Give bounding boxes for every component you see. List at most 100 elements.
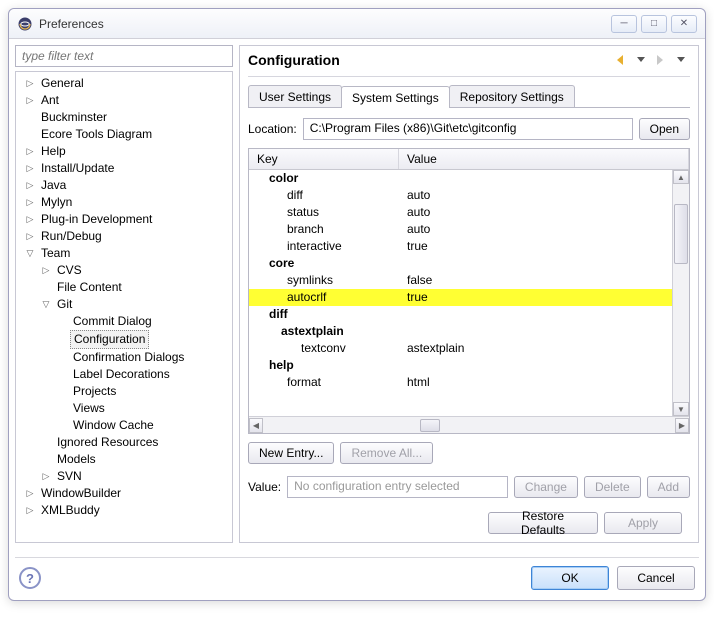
scroll-left-icon[interactable]: ◀ xyxy=(249,418,263,433)
tree-item-git[interactable]: Git xyxy=(54,296,75,313)
tree-item[interactable]: Label Decorations xyxy=(70,366,173,383)
tree-item[interactable]: Ignored Resources xyxy=(54,434,161,451)
back-menu[interactable] xyxy=(632,52,650,68)
page-title: Configuration xyxy=(248,52,612,68)
tree-item[interactable]: Buckminster xyxy=(38,109,110,126)
add-button[interactable]: Add xyxy=(647,476,690,498)
value-input[interactable]: No configuration entry selected xyxy=(287,476,508,498)
vertical-scrollbar[interactable]: ▲ ▼ xyxy=(672,170,689,416)
tree-item[interactable]: CVS xyxy=(54,262,85,279)
tab-repository-settings[interactable]: Repository Settings xyxy=(449,85,575,107)
tabs: User Settings System Settings Repository… xyxy=(248,85,690,108)
table-row[interactable]: interactivetrue xyxy=(249,238,672,255)
expand-icon[interactable]: ▷ xyxy=(24,485,36,502)
table-body[interactable]: colordiffautostatusautobranchautointerac… xyxy=(249,170,672,416)
col-value[interactable]: Value xyxy=(399,149,689,169)
cell-value: auto xyxy=(399,204,672,221)
tab-user-settings[interactable]: User Settings xyxy=(248,85,342,107)
expand-icon[interactable]: ▷ xyxy=(24,502,36,519)
apply-button[interactable]: Apply xyxy=(604,512,682,534)
tree-item[interactable]: Commit Dialog xyxy=(70,313,155,330)
cell-value xyxy=(399,323,672,340)
tree-item[interactable]: Mylyn xyxy=(38,194,75,211)
maximize-button[interactable]: □ xyxy=(641,15,667,33)
tree-item[interactable]: General xyxy=(38,75,87,92)
tree-item[interactable]: Help xyxy=(38,143,69,160)
cell-value: true xyxy=(399,238,672,255)
table-row[interactable]: astextplain xyxy=(249,323,672,340)
open-button[interactable]: Open xyxy=(639,118,690,140)
scroll-up-icon[interactable]: ▲ xyxy=(673,170,689,184)
ok-button[interactable]: OK xyxy=(531,566,609,590)
expand-icon[interactable]: ▷ xyxy=(24,143,36,160)
remove-all-button[interactable]: Remove All... xyxy=(340,442,433,464)
tree-item-configuration[interactable]: Configuration xyxy=(70,330,149,349)
scroll-right-icon[interactable]: ▶ xyxy=(675,418,689,433)
horizontal-scrollbar[interactable]: ◀ ▶ xyxy=(249,416,689,433)
scroll-thumb[interactable] xyxy=(420,419,440,432)
tree-item[interactable]: Ant xyxy=(38,92,62,109)
table-row[interactable]: statusauto xyxy=(249,204,672,221)
expand-icon[interactable]: ▷ xyxy=(24,194,36,211)
table-row[interactable]: color xyxy=(249,170,672,187)
col-key[interactable]: Key xyxy=(249,149,399,169)
collapse-icon[interactable]: ▽ xyxy=(24,245,36,262)
forward-button[interactable] xyxy=(652,52,670,68)
location-field[interactable]: C:\Program Files (x86)\Git\etc\gitconfig xyxy=(303,118,633,140)
table-row[interactable]: symlinksfalse xyxy=(249,272,672,289)
cancel-button[interactable]: Cancel xyxy=(617,566,695,590)
scroll-thumb[interactable] xyxy=(674,204,688,264)
table-row[interactable]: diffauto xyxy=(249,187,672,204)
tree-item[interactable]: Plug-in Development xyxy=(38,211,155,228)
forward-menu[interactable] xyxy=(672,52,690,68)
tree-item[interactable]: XMLBuddy xyxy=(38,502,103,519)
tree-item[interactable]: Ecore Tools Diagram xyxy=(38,126,155,143)
table-row[interactable]: textconvastextplain xyxy=(249,340,672,357)
expand-icon[interactable]: ▷ xyxy=(40,262,52,279)
help-icon[interactable]: ? xyxy=(19,567,41,589)
close-button[interactable]: ✕ xyxy=(671,15,697,33)
cell-key: autocrlf xyxy=(249,289,399,306)
titlebar[interactable]: Preferences ─ □ ✕ xyxy=(9,9,705,39)
tree-item[interactable]: Views xyxy=(70,400,108,417)
collapse-icon[interactable]: ▽ xyxy=(40,296,52,313)
value-label: Value: xyxy=(248,480,281,494)
tree-item[interactable]: Confirmation Dialogs xyxy=(70,349,187,366)
cell-key: diff xyxy=(249,187,399,204)
tab-system-settings[interactable]: System Settings xyxy=(341,86,450,108)
expand-icon[interactable]: ▷ xyxy=(24,211,36,228)
tree-item[interactable]: Models xyxy=(54,451,99,468)
expand-icon[interactable]: ▷ xyxy=(24,92,36,109)
tree-item-team[interactable]: Team xyxy=(38,245,73,262)
table-row[interactable]: branchauto xyxy=(249,221,672,238)
back-button[interactable] xyxy=(612,52,630,68)
restore-defaults-button[interactable]: Restore Defaults xyxy=(488,512,598,534)
delete-button[interactable]: Delete xyxy=(584,476,641,498)
cell-key: branch xyxy=(249,221,399,238)
config-table: Key Value colordiffautostatusautobrancha… xyxy=(248,148,690,434)
tree-item[interactable]: Java xyxy=(38,177,69,194)
expand-icon[interactable]: ▷ xyxy=(24,160,36,177)
tree-item[interactable]: Projects xyxy=(70,383,119,400)
table-row[interactable]: autocrlftrue xyxy=(249,289,672,306)
tree-item[interactable]: SVN xyxy=(54,468,85,485)
tree-item[interactable]: WindowBuilder xyxy=(38,485,124,502)
tree-item[interactable]: File Content xyxy=(54,279,125,296)
expand-icon[interactable]: ▷ xyxy=(24,177,36,194)
minimize-button[interactable]: ─ xyxy=(611,15,637,33)
tree-item[interactable]: Install/Update xyxy=(38,160,117,177)
new-entry-button[interactable]: New Entry... xyxy=(248,442,334,464)
filter-input[interactable] xyxy=(15,45,233,67)
tree-item[interactable]: Window Cache xyxy=(70,417,157,434)
tree-item[interactable]: Run/Debug xyxy=(38,228,105,245)
expand-icon[interactable]: ▷ xyxy=(40,468,52,485)
table-row[interactable]: help xyxy=(249,357,672,374)
expand-icon[interactable]: ▷ xyxy=(24,228,36,245)
table-row[interactable]: formathtml xyxy=(249,374,672,391)
expand-icon[interactable]: ▷ xyxy=(24,75,36,92)
table-row[interactable]: core xyxy=(249,255,672,272)
change-button[interactable]: Change xyxy=(514,476,578,498)
table-row[interactable]: diff xyxy=(249,306,672,323)
scroll-down-icon[interactable]: ▼ xyxy=(673,402,689,416)
preferences-tree[interactable]: ▷General ▷Ant Buckminster Ecore Tools Di… xyxy=(15,71,233,543)
